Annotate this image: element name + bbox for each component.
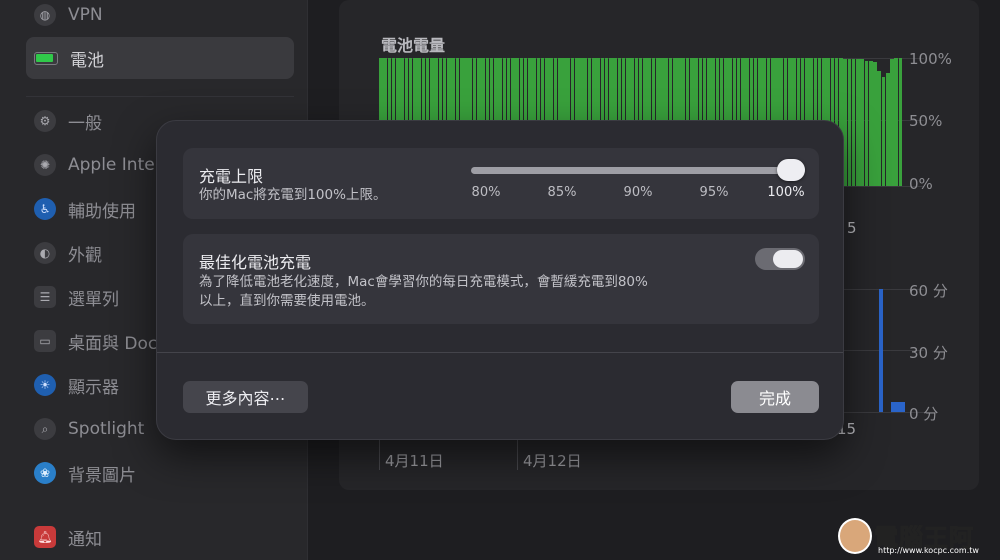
search-icon: ⌕ xyxy=(34,418,56,440)
slider-tick-80: 80% xyxy=(471,185,501,200)
globe-icon: ◍ xyxy=(34,4,56,26)
sidebar-item-label: 電池 xyxy=(70,50,104,71)
dialog-divider xyxy=(157,352,843,353)
sidebar-item-label: 輔助使用 xyxy=(68,201,136,222)
accessibility-icon: ♿ xyxy=(34,198,56,220)
battery-icon xyxy=(34,51,58,65)
toggle-knob xyxy=(773,250,803,268)
slider-tick-90: 90% xyxy=(623,185,653,200)
sidebar-item-label: 背景圖片 xyxy=(68,465,136,486)
y-axis-label-60min: 60 分 xyxy=(909,282,948,300)
sun-icon: ☀ xyxy=(34,374,56,396)
chart-title: 電池電量 xyxy=(381,36,446,55)
charge-limit-title: 充電上限 xyxy=(199,167,264,186)
done-button[interactable]: 完成 xyxy=(731,381,819,413)
slider-tick-95: 95% xyxy=(699,185,729,200)
sidebar-item-label: 顯示器 xyxy=(68,377,119,398)
charge-limit-row: 充電上限 你的Mac將充電到100%上限。 80% 85% 90% 95% 10… xyxy=(183,148,819,219)
watermark: 電腦王阿達 http://www.kocpc.com.tw xyxy=(838,518,998,560)
charge-limit-slider-track[interactable] xyxy=(471,167,805,174)
slider-tick-85: 85% xyxy=(547,185,577,200)
screen-usage-bar xyxy=(891,401,905,413)
watermark-mascot-icon xyxy=(838,518,872,554)
battery-level-bar xyxy=(847,59,852,186)
date-tick xyxy=(379,436,380,470)
sidebar-item-label: Apple Intel xyxy=(68,155,160,175)
y-axis-label-0: 0% xyxy=(909,175,933,193)
sidebar-item-label: 桌面與 Doc xyxy=(68,333,158,354)
sidebar-item-wallpaper[interactable]: ❀ 背景圖片 xyxy=(26,452,294,494)
battery-level-bar xyxy=(851,59,856,186)
optimized-charging-title: 最佳化電池充電 xyxy=(199,253,312,272)
y-axis-label-30min: 30 分 xyxy=(909,344,948,362)
battery-level-bar xyxy=(894,58,899,186)
sidebar-item-vpn[interactable]: ◍ VPN xyxy=(26,0,294,36)
battery-level-bar xyxy=(877,70,882,186)
sidebar-item-battery[interactable]: 電池 xyxy=(26,37,294,79)
optimized-charging-toggle[interactable] xyxy=(755,248,805,270)
battery-level-bar xyxy=(881,77,886,186)
bell-icon: 🔔︎ xyxy=(34,526,56,548)
more-info-button[interactable]: 更多內容⋯ xyxy=(183,381,308,413)
y-axis-label-50: 50% xyxy=(909,112,943,130)
sidebar-item-notifications[interactable]: 🔔︎ 通知 xyxy=(26,516,294,558)
date-label-apr11: 4月11日 xyxy=(385,452,444,470)
sidebar-item-label: Spotlight xyxy=(68,419,145,439)
sparkle-icon: ✺ xyxy=(34,154,56,176)
battery-level-bar xyxy=(864,60,869,186)
date-tick xyxy=(517,436,518,470)
battery-charging-dialog: 充電上限 你的Mac將充電到100%上限。 80% 85% 90% 95% 10… xyxy=(156,120,844,440)
optimized-charging-description-line2: 以上，直到你需要使用電池。 xyxy=(199,293,375,309)
menubar-icon: ☰ xyxy=(34,286,56,308)
battery-level-bar xyxy=(873,61,877,186)
sidebar-item-label: 一般 xyxy=(68,113,102,134)
slider-tick-100: 100% xyxy=(767,185,805,200)
date-label-apr12: 4月12日 xyxy=(523,452,582,470)
optimized-charging-row: 最佳化電池充電 為了降低電池老化速度，Mac會學習你的每日充電模式，會暫緩充電到… xyxy=(183,234,819,324)
sidebar-divider xyxy=(26,96,294,97)
sidebar-item-label: VPN xyxy=(68,5,103,25)
y-axis-label-100: 100% xyxy=(909,50,952,68)
time-label-peek: 5 xyxy=(847,219,857,237)
battery-level-bar xyxy=(890,59,894,186)
battery-level-bar xyxy=(885,73,890,186)
sidebar-item-label: 選單列 xyxy=(68,289,119,310)
wallpaper-icon: ❀ xyxy=(34,462,56,484)
charge-limit-description: 你的Mac將充電到100%上限。 xyxy=(199,187,387,203)
optimized-charging-description-line1: 為了降低電池老化速度，Mac會學習你的每日充電模式，會暫緩充電到80% xyxy=(199,274,648,290)
battery-level-bar xyxy=(898,58,903,186)
y-axis-label-0min: 0 分 xyxy=(909,405,939,423)
charge-limit-slider-handle[interactable] xyxy=(777,159,805,181)
appearance-icon: ◐ xyxy=(34,242,56,264)
battery-level-bar xyxy=(856,59,860,186)
battery-level-bar xyxy=(860,59,864,186)
watermark-url: http://www.kocpc.com.tw xyxy=(878,546,979,555)
screen-usage-bar xyxy=(879,289,883,412)
sidebar-item-label: 外觀 xyxy=(68,245,102,266)
sidebar-item-label: 通知 xyxy=(68,529,102,550)
gear-icon: ⚙ xyxy=(34,110,56,132)
desktop-icon: ▭ xyxy=(34,330,56,352)
battery-level-bar xyxy=(868,60,873,186)
